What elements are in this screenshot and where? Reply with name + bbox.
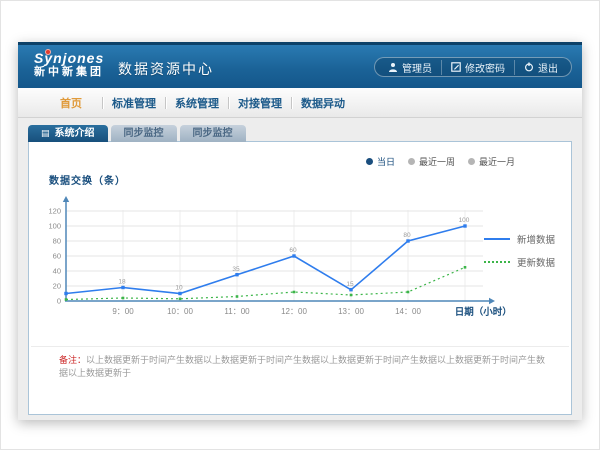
legend-label: 更新数据 [517,255,555,269]
user-icon [388,62,398,72]
time-range-filter: 当日 最近一周 最近一月 [366,155,515,168]
radio-dot-icon [366,158,373,165]
radio-last-month[interactable]: 最近一月 [468,155,515,168]
note-divider [31,346,569,347]
radio-dot-icon [408,158,415,165]
legend-new-data[interactable]: 新增数据 [484,232,555,246]
logout-button[interactable]: 退出 [514,60,567,75]
svg-text:20: 20 [53,282,61,291]
svg-text:10: 10 [175,285,183,292]
radio-last-month-label: 最近一月 [479,155,515,168]
nav-item-standard-mgmt[interactable]: 标准管理 [103,95,165,111]
svg-text:80: 80 [403,232,411,239]
svg-text:0: 0 [57,297,61,306]
exchange-line-chart: 0 20 40 60 80 100 120 9：00 10：00 11：00 12：00 13：00 1… [39,186,559,336]
nav-item-home[interactable]: 首页 [40,95,102,111]
svg-text:12：00: 12：00 [281,307,307,316]
user-toolbar: 管理员 修改密码 退出 [374,57,572,77]
svg-text:120: 120 [48,207,61,216]
svg-text:9：00: 9：00 [112,307,134,316]
svg-text:60: 60 [289,247,297,254]
screenshot-root: { "header": { "logo_top": "Synjones", "l… [0,0,600,450]
nav-item-interface-mgmt[interactable]: 对接管理 [229,95,291,111]
edit-icon [451,62,461,72]
svg-text:60: 60 [53,252,61,261]
legend-label: 新增数据 [517,232,555,246]
dotted-line-swatch-icon [484,261,510,263]
svg-text:10：00: 10：00 [167,307,193,316]
admin-user-button[interactable]: 管理员 [379,60,441,75]
logout-label: 退出 [538,60,558,75]
svg-text:14：00: 14：00 [395,307,421,316]
svg-text:11：00: 11：00 [224,307,250,316]
tab-label: 同步监控 [124,125,164,142]
nav-item-data-change[interactable]: 数据异动 [292,95,354,111]
solid-line-swatch-icon [484,238,510,240]
logo-company-name: 新中新集团 [34,66,104,78]
nav-item-system-mgmt[interactable]: 系统管理 [166,95,228,111]
radio-today-label: 当日 [377,155,395,168]
svg-text:15: 15 [346,281,354,288]
radio-dot-icon [468,158,475,165]
tab-sync-monitor-1[interactable]: 同步监控 [111,125,177,142]
tab-label: 系统介绍 [55,125,95,142]
change-password-label: 修改密码 [465,60,505,75]
tab-system-intro[interactable]: ▤ 系统介绍 [28,125,108,142]
app-window: Synjones 新中新集团 数据资源中心 管理员 修改密码 [18,42,582,420]
svg-text:80: 80 [53,237,61,246]
company-logo: Synjones 新中新集团 [34,51,104,78]
radio-last-week[interactable]: 最近一周 [408,155,455,168]
radio-last-week-label: 最近一周 [419,155,455,168]
note-text: 以上数据更新于时间产生数据以上数据更新于时间产生数据以上数据更新于时间产生数据以… [59,355,545,378]
legend-updated-data[interactable]: 更新数据 [484,255,555,269]
power-icon [524,62,534,72]
svg-text:100: 100 [48,222,61,231]
svg-text:40: 40 [53,267,61,276]
footer-note: 备注：以上数据更新于时间产生数据以上数据更新于时间产生数据以上数据更新于时间产生… [59,354,551,379]
content-area: ▤ 系统介绍 同步监控 同步监控 当日 最近一周 [18,118,582,420]
logo-red-dot-icon [45,49,51,55]
svg-text:35: 35 [232,266,240,273]
svg-text:18: 18 [118,279,126,286]
chart-panel: 当日 最近一周 最近一月 数据交换（条） 0 20 40 60 80 100 120 9：00… [28,141,572,415]
svg-text:100: 100 [459,217,470,224]
svg-text:13：00: 13：00 [338,307,364,316]
tab-bar: ▤ 系统介绍 同步监控 同步监控 [28,125,249,142]
page-title: 数据资源中心 [118,59,214,79]
chart-legend: 新增数据 更新数据 [484,232,555,269]
radio-today[interactable]: 当日 [366,155,395,168]
document-icon: ▤ [41,129,50,138]
note-prefix: 备注： [59,355,86,365]
svg-text:日期（小时）: 日期（小时） [455,306,512,318]
app-header: Synjones 新中新集团 数据资源中心 管理员 修改密码 [18,42,582,88]
logo-wordmark: Synjones [34,51,104,66]
admin-user-label: 管理员 [402,60,432,75]
tab-label: 同步监控 [193,125,233,142]
change-password-button[interactable]: 修改密码 [441,60,514,75]
tab-sync-monitor-2[interactable]: 同步监控 [180,125,246,142]
main-nav: 首页 标准管理 系统管理 对接管理 数据异动 [18,88,582,118]
y-axis-title: 数据交换（条） [49,172,126,187]
